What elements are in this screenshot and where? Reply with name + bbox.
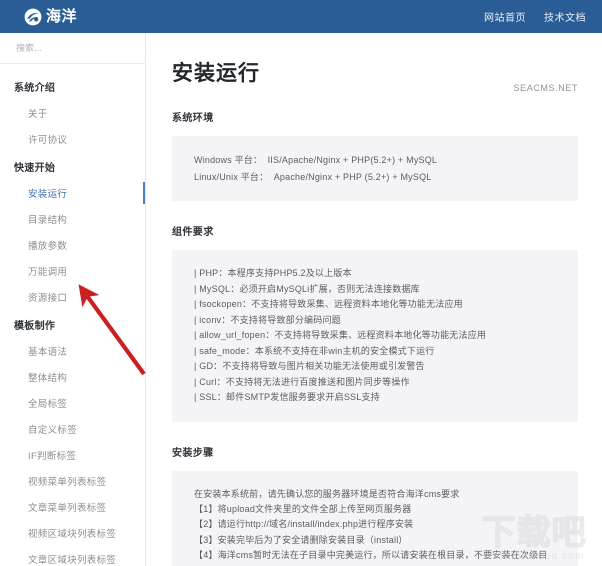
sidebar-item-label: 视频菜单列表标签 [28, 477, 107, 488]
sidebar-item-label: 播放参数 [28, 241, 68, 252]
sidebar-item-label: 目录结构 [28, 215, 68, 226]
sidebar-group-heading: 模板制作 [14, 321, 56, 332]
section-heading: 安装步骤 [172, 447, 214, 459]
sidebar-item[interactable]: 文章区域块列表标签 [0, 546, 145, 566]
code-line: | iconv：不支持将导致部分编码问题 [194, 314, 341, 325]
code-line: | MySQL：必须开启MySQLi扩展，否则无法连接数据库 [194, 283, 420, 294]
search-input[interactable] [14, 42, 131, 54]
sidebar-item-label: 万能调用 [28, 267, 68, 278]
sidebar-item-label: 自定义标签 [28, 425, 78, 436]
code-line: 【4】海洋cms暂时无法在子目录中完美运行，所以请安装在根目录，不要安装在次级目… [194, 550, 548, 566]
sidebar-nav: 系统介绍关于许可协议快速开始安装运行目录结构播放参数万能调用资源接口模板制作基本… [0, 64, 145, 566]
code-block: Windows 平台： IIS/Apache/Nginx + PHP(5.2+)… [172, 136, 578, 202]
sidebar-search[interactable] [0, 33, 145, 64]
code-line: | safe_mode：本系统不支持在非win主机的安全模式下运行 [194, 345, 435, 356]
sidebar-item[interactable]: 许可协议 [0, 126, 145, 152]
sidebar-item-label: 视频区域块列表标签 [28, 529, 117, 540]
top-header-bar: 海洋 网站首页 技术文档 [0, 0, 602, 33]
sidebar-item[interactable]: 整体结构 [0, 364, 145, 390]
sidebar-item[interactable]: 视频区域块列表标签 [0, 520, 145, 546]
sidebar-item-label: 安装运行 [28, 189, 68, 200]
sidebar-item[interactable]: 基本语法 [0, 338, 145, 364]
code-line: Linux/Unix 平台： Apache/Nginx + PHP (5.2+)… [194, 171, 432, 182]
sidebar-item[interactable]: 目录结构 [0, 206, 145, 232]
sidebar-item[interactable]: 万能调用 [0, 258, 145, 284]
code-line: Windows 平台： IIS/Apache/Nginx + PHP(5.2+)… [194, 155, 438, 165]
active-indicator [143, 182, 145, 204]
code-line: | SSL：邮件SMTP发信服务要求开启SSL支持 [194, 392, 380, 403]
doc-sections: 系统环境 Windows 平台： IIS/Apache/Nginx + PHP(5… [172, 109, 578, 566]
nav-link-home[interactable]: 网站首页 [484, 9, 526, 24]
code-line: 【3】安装完毕后为了安全请删除安装目录（install） [194, 534, 408, 545]
sidebar-item-label: 文章菜单列表标签 [28, 503, 107, 514]
sidebar-item[interactable]: IF判断标签 [0, 442, 145, 468]
sidebar-item[interactable]: 关于 [0, 100, 145, 126]
sidebar-item-label: IF判断标签 [28, 451, 77, 462]
code-line: 在安装本系统前，请先确认您的服务器环境是否符合海洋cms要求 [194, 488, 460, 499]
sidebar-item[interactable]: 资源接口 [0, 284, 145, 310]
brand-name: 海洋 [46, 8, 78, 25]
code-line: | allow_url_fopen：不支持将导致采集、远程资料本地化等功能无法应… [194, 330, 487, 341]
sidebar-item[interactable]: 自定义标签 [0, 416, 145, 442]
code-line: 【2】请运行http://域名/install/index.php进行程序安装 [194, 519, 414, 530]
sidebar-item[interactable]: 全局标签 [0, 390, 145, 416]
sidebar-item-label: 整体结构 [28, 373, 68, 384]
code-block: | PHP：本程序支持PHP5.2及以上版本 | MySQL：必须开启MySQLi… [172, 250, 578, 422]
site-mark: SEACMS.NET [513, 83, 578, 93]
code-line: | fsockopen：不支持将导致采集、远程资料本地化等功能无法应用 [194, 299, 463, 310]
sidebar: 系统介绍关于许可协议快速开始安装运行目录结构播放参数万能调用资源接口模板制作基本… [0, 33, 146, 566]
main-content: SEACMS.NET 安装运行 系统环境 Windows 平台： IIS/Apac… [146, 33, 602, 566]
code-line: | PHP：本程序支持PHP5.2及以上版本 [194, 268, 352, 279]
sidebar-group-heading: 快速开始 [14, 163, 56, 174]
sidebar-item-label: 关于 [28, 109, 48, 120]
page-body: 系统介绍关于许可协议快速开始安装运行目录结构播放参数万能调用资源接口模板制作基本… [0, 33, 602, 566]
sidebar-group-heading: 系统介绍 [14, 83, 56, 94]
sidebar-item-label: 许可协议 [28, 135, 68, 146]
sidebar-item[interactable]: 播放参数 [0, 232, 145, 258]
sidebar-item-label: 全局标签 [28, 399, 68, 410]
top-navigation: 网站首页 技术文档 [484, 9, 586, 24]
brand-logo[interactable]: 海洋 [24, 8, 77, 26]
sidebar-item[interactable]: 文章菜单列表标签 [0, 494, 145, 520]
sidebar-item-label: 资源接口 [28, 293, 68, 304]
code-block: 在安装本系统前，请先确认您的服务器环境是否符合海洋cms要求 【1】将upload… [172, 470, 578, 566]
code-line: 【1】将upload文件夹里的文件全部上传至网页服务器 [194, 503, 412, 514]
sidebar-item[interactable]: 安装运行 [0, 180, 145, 206]
sidebar-item-label: 文章区域块列表标签 [28, 555, 117, 566]
section-heading: 组件要求 [172, 227, 214, 239]
sidebar-item-label: 基本语法 [28, 347, 68, 358]
section-heading: 系统环境 [172, 113, 214, 124]
wave-circle-logo-icon [24, 8, 42, 26]
nav-link-docs[interactable]: 技术文档 [544, 9, 586, 24]
code-line: | GD：不支持将导致与图片相关功能无法使用或引发警告 [194, 361, 425, 372]
code-line: | Curl：不支持将无法进行百度推送和图片同步等操作 [194, 376, 410, 387]
sidebar-item[interactable]: 视频菜单列表标签 [0, 468, 145, 494]
